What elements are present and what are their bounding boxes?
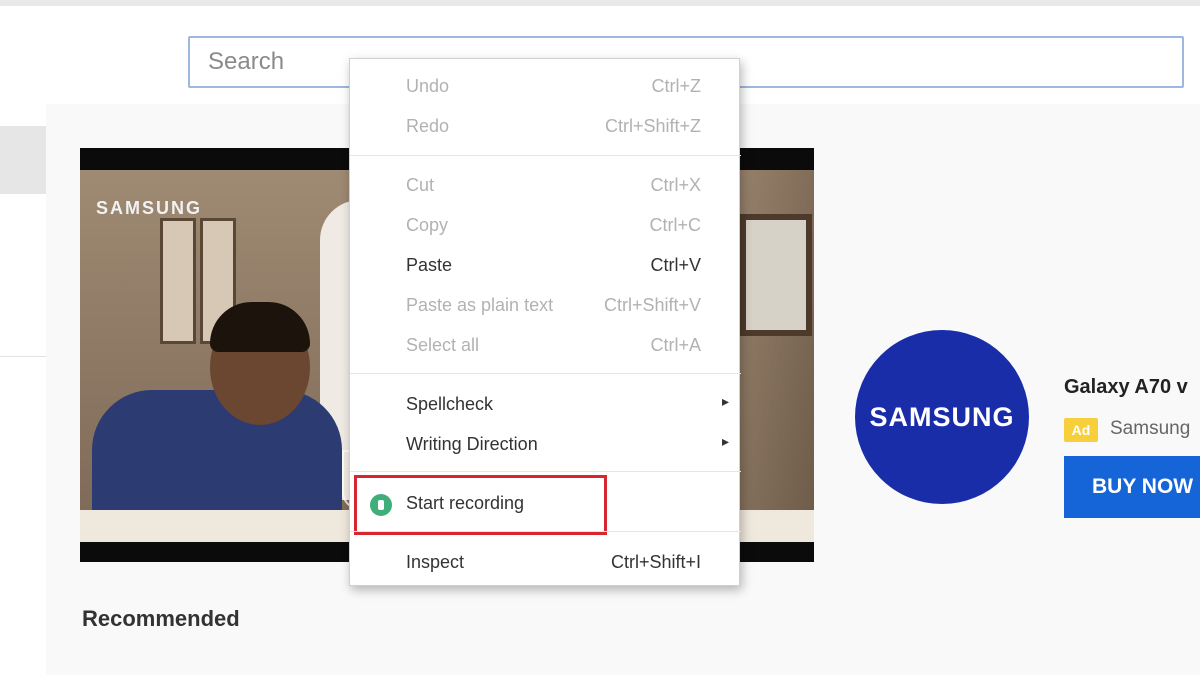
menu-item-label: Inspect bbox=[406, 552, 465, 572]
menu-item-spellcheck[interactable]: Spellcheck ▸ bbox=[350, 385, 741, 425]
highlight-annotation-box bbox=[354, 475, 607, 535]
video-brand-watermark: SAMSUNG bbox=[96, 198, 203, 218]
section-title: Recommended bbox=[82, 606, 240, 631]
menu-item-label: Redo bbox=[406, 116, 450, 136]
ad-title[interactable]: Galaxy A70 v bbox=[1064, 376, 1188, 399]
menu-item-label: Writing Direction bbox=[406, 434, 538, 454]
menu-item-writing-direction[interactable]: Writing Direction ▸ bbox=[350, 425, 741, 465]
menu-item-label: Undo bbox=[406, 76, 450, 96]
menu-item-copy[interactable]: Copy Ctrl+C bbox=[350, 206, 741, 246]
ad-badge: Ad bbox=[1064, 418, 1098, 442]
menu-separator bbox=[350, 373, 741, 374]
menu-item-shortcut: Ctrl+A bbox=[650, 335, 701, 355]
ad-source: Samsung bbox=[1110, 418, 1191, 439]
advertiser-logo-text: SAMSUNG bbox=[869, 401, 1015, 432]
menu-item-select-all[interactable]: Select all Ctrl+A bbox=[350, 326, 741, 366]
sidebar-divider bbox=[0, 356, 46, 357]
menu-item-undo[interactable]: Undo Ctrl+Z bbox=[350, 67, 741, 107]
menu-item-shortcut: Ctrl+Shift+I bbox=[610, 552, 701, 572]
menu-item-inspect[interactable]: Inspect Ctrl+Shift+I bbox=[350, 543, 741, 583]
buy-now-button[interactable]: BUY NOW bbox=[1064, 456, 1200, 518]
menu-item-paste[interactable]: Paste Ctrl+V bbox=[350, 246, 741, 286]
menu-item-paste-plain-text[interactable]: Paste as plain text Ctrl+Shift+V bbox=[350, 286, 741, 326]
advertiser-logo[interactable]: SAMSUNG bbox=[855, 330, 1029, 504]
menu-separator bbox=[350, 155, 741, 156]
menu-separator bbox=[350, 531, 741, 532]
menu-item-shortcut: Ctrl+Z bbox=[651, 76, 702, 96]
menu-item-shortcut: Ctrl+V bbox=[650, 255, 701, 275]
menu-item-shortcut: Ctrl+Shift+Z bbox=[604, 116, 701, 136]
menu-item-shortcut: Ctrl+C bbox=[649, 215, 701, 235]
menu-item-label: Spellcheck bbox=[406, 394, 494, 414]
menu-item-label: Copy bbox=[406, 215, 449, 235]
menu-separator bbox=[350, 471, 741, 472]
menu-item-cut[interactable]: Cut Ctrl+X bbox=[350, 166, 741, 206]
scene-picture-frame bbox=[740, 214, 812, 336]
menu-item-label: Paste bbox=[406, 255, 453, 275]
scene-window bbox=[160, 218, 196, 344]
menu-item-shortcut: Ctrl+X bbox=[650, 175, 701, 195]
menu-item-label: Paste as plain text bbox=[406, 295, 554, 315]
menu-item-label: Select all bbox=[406, 335, 480, 355]
menu-item-shortcut: Ctrl+Shift+V bbox=[603, 295, 701, 315]
context-menu: Undo Ctrl+Z Redo Ctrl+Shift+Z Cut Ctrl+X… bbox=[349, 58, 741, 586]
submenu-arrow-icon: ▸ bbox=[721, 393, 729, 409]
menu-item-label: Cut bbox=[406, 175, 435, 195]
sidebar-item-active[interactable] bbox=[0, 126, 46, 194]
submenu-arrow-icon: ▸ bbox=[721, 433, 729, 449]
menu-item-redo[interactable]: Redo Ctrl+Shift+Z bbox=[350, 107, 741, 147]
